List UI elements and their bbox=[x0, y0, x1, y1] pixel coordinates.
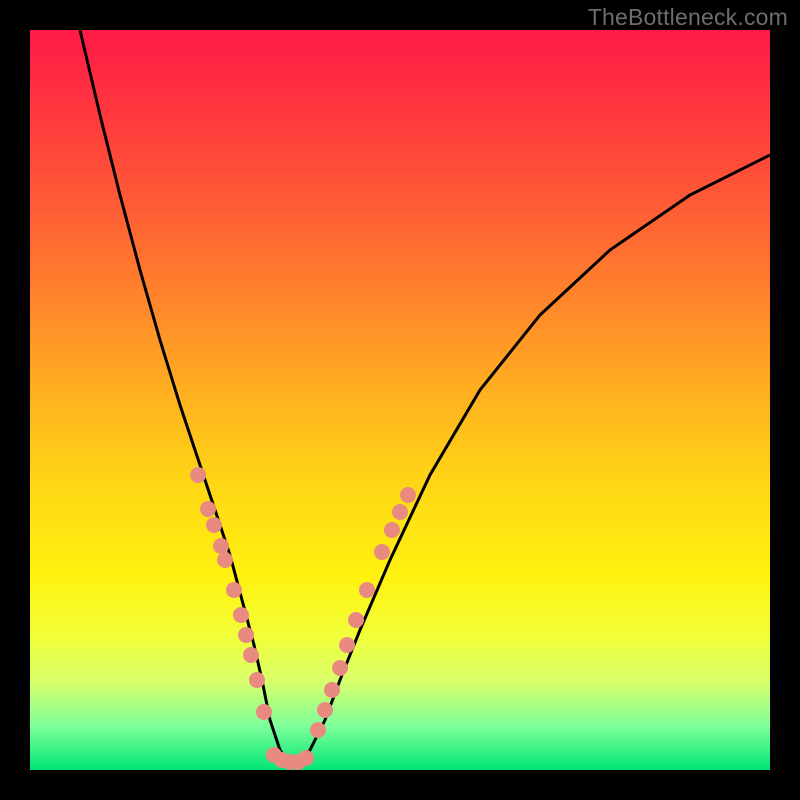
data-point-marker bbox=[200, 501, 216, 517]
data-point-marker bbox=[339, 637, 355, 653]
watermark-text: TheBottleneck.com bbox=[588, 4, 788, 31]
data-point-marker bbox=[213, 538, 229, 554]
data-point-marker bbox=[359, 582, 375, 598]
data-point-marker bbox=[298, 750, 314, 766]
data-point-marker bbox=[374, 544, 390, 560]
data-point-marker bbox=[384, 522, 400, 538]
markers-left-cluster bbox=[190, 467, 272, 720]
data-point-marker bbox=[324, 682, 340, 698]
curve-line bbox=[80, 30, 770, 765]
data-point-marker bbox=[348, 612, 364, 628]
data-point-marker bbox=[226, 582, 242, 598]
data-point-marker bbox=[217, 552, 233, 568]
data-point-marker bbox=[206, 517, 222, 533]
data-point-marker bbox=[238, 627, 254, 643]
data-point-marker bbox=[317, 702, 333, 718]
data-point-marker bbox=[233, 607, 249, 623]
data-point-marker bbox=[190, 467, 206, 483]
markers-right-cluster bbox=[310, 487, 416, 738]
data-point-marker bbox=[243, 647, 259, 663]
markers-bottom-cluster bbox=[266, 747, 314, 770]
data-point-marker bbox=[392, 504, 408, 520]
chart-gradient-background bbox=[30, 30, 770, 770]
data-point-marker bbox=[400, 487, 416, 503]
data-point-marker bbox=[310, 722, 326, 738]
data-point-marker bbox=[332, 660, 348, 676]
data-point-marker bbox=[249, 672, 265, 688]
chart-svg bbox=[30, 30, 770, 770]
data-point-marker bbox=[256, 704, 272, 720]
